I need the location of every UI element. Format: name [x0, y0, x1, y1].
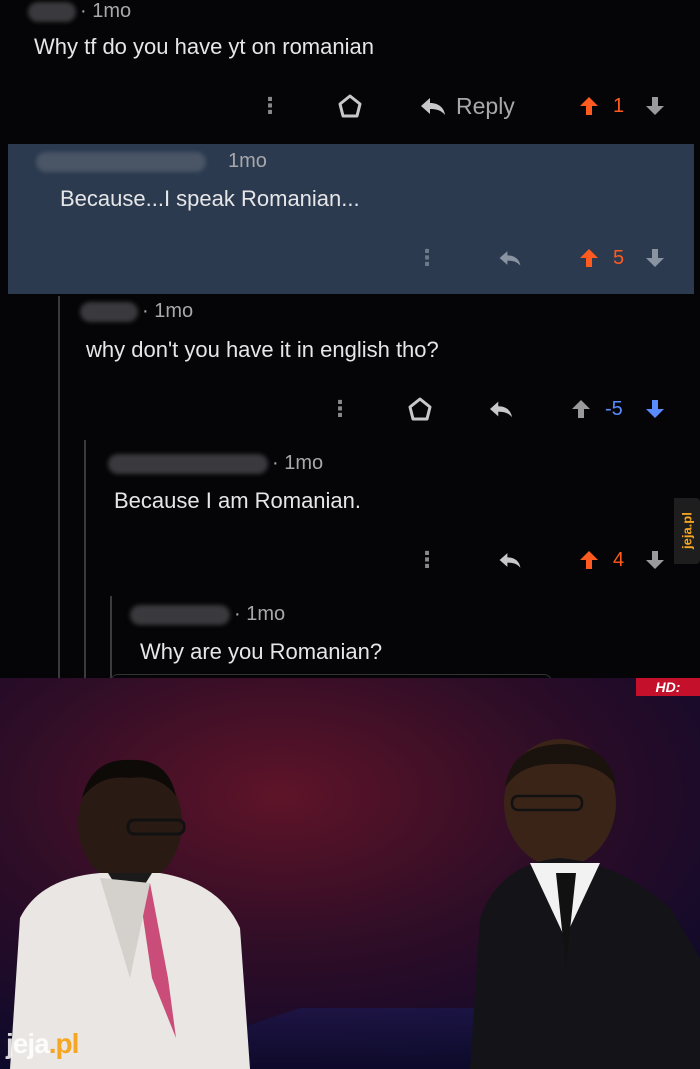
comment-text: Because...I speak Romanian... [60, 186, 360, 211]
redacted-username [130, 604, 230, 625]
watermark-site: jeja [6, 1028, 50, 1059]
comment-age: · 1mo [234, 603, 286, 625]
reply-label: Reply [456, 92, 515, 119]
comment-meta: 1mo [36, 150, 267, 173]
score: 1 [613, 94, 625, 117]
score: 5 [613, 246, 625, 269]
comment-text: Why are you Romanian? [140, 639, 383, 664]
reply-button[interactable] [497, 243, 523, 273]
upvote-button[interactable] [578, 243, 600, 273]
upvote-icon [572, 400, 590, 418]
upvote-icon [580, 249, 598, 267]
more-options-icon[interactable]: ⋮ [259, 91, 281, 121]
jeja-watermark: jeja.pl [6, 1028, 80, 1060]
downvote-icon [646, 400, 664, 418]
downvote-button[interactable] [644, 545, 666, 575]
reply-icon [490, 401, 512, 418]
downvote-button[interactable] [644, 394, 666, 424]
upvote-button[interactable] [578, 545, 600, 575]
comment-actions: ⋮ Reply 1 [0, 91, 700, 121]
save-icon[interactable] [407, 394, 433, 424]
redacted-username [108, 453, 268, 474]
reply-button[interactable]: Reply [418, 91, 515, 121]
jeja-side-watermark: jeja.pl [674, 498, 700, 564]
upvote-icon [580, 97, 598, 115]
downvote-button[interactable] [644, 243, 666, 273]
comment-text: Because I am Romanian. [114, 488, 362, 513]
comment-text: Why tf do you have yt on romanian [34, 34, 374, 59]
score: -5 [605, 397, 623, 420]
upvote-button[interactable] [578, 91, 600, 121]
save-icon[interactable] [337, 91, 363, 121]
reply-icon [421, 98, 445, 115]
redacted-username [36, 151, 206, 172]
more-options-icon[interactable]: ⋮ [416, 243, 438, 273]
comment-meta: · 1mo [80, 300, 193, 323]
downvote-icon [646, 249, 664, 267]
comment-actions: ⋮ -5 [0, 394, 700, 424]
reply-icon [499, 251, 521, 266]
comment-meta: · 1mo [108, 452, 323, 475]
thread-line [110, 596, 112, 678]
comment-age: · 1mo [80, 0, 132, 22]
meme-image [0, 678, 700, 1069]
upvote-button[interactable] [570, 394, 592, 424]
redacted-username [80, 301, 138, 322]
reply-button[interactable] [497, 545, 523, 575]
comment-text: why don't you have it in english tho? [86, 337, 439, 362]
more-options-icon[interactable]: ⋮ [416, 545, 438, 575]
more-options-icon[interactable]: ⋮ [329, 394, 351, 424]
tv-channel-badge: HD: [636, 678, 700, 696]
tv-studio-photo [0, 678, 700, 1069]
downvote-icon [646, 97, 664, 115]
comment-age: 1mo [228, 150, 267, 172]
downvote-icon [646, 551, 664, 569]
score: 4 [613, 548, 625, 571]
downvote-button[interactable] [644, 91, 666, 121]
comment-age: · 1mo [142, 300, 194, 322]
reply-icon [499, 553, 521, 568]
thread-line [58, 296, 60, 678]
comment-age: · 1mo [272, 452, 324, 474]
comment-meta: · 1mo [130, 603, 285, 626]
comment-meta: · 1mo [28, 0, 131, 23]
comment-thread-screenshot: · 1mo Why tf do you have yt on romanian … [0, 0, 700, 678]
reply-button[interactable] [487, 394, 515, 424]
comment-actions: ⋮ 5 [0, 243, 700, 273]
upvote-icon [580, 551, 598, 569]
comment-actions: ⋮ 4 [0, 545, 700, 575]
redacted-username [28, 1, 76, 22]
watermark-tld: .pl [48, 1028, 80, 1059]
